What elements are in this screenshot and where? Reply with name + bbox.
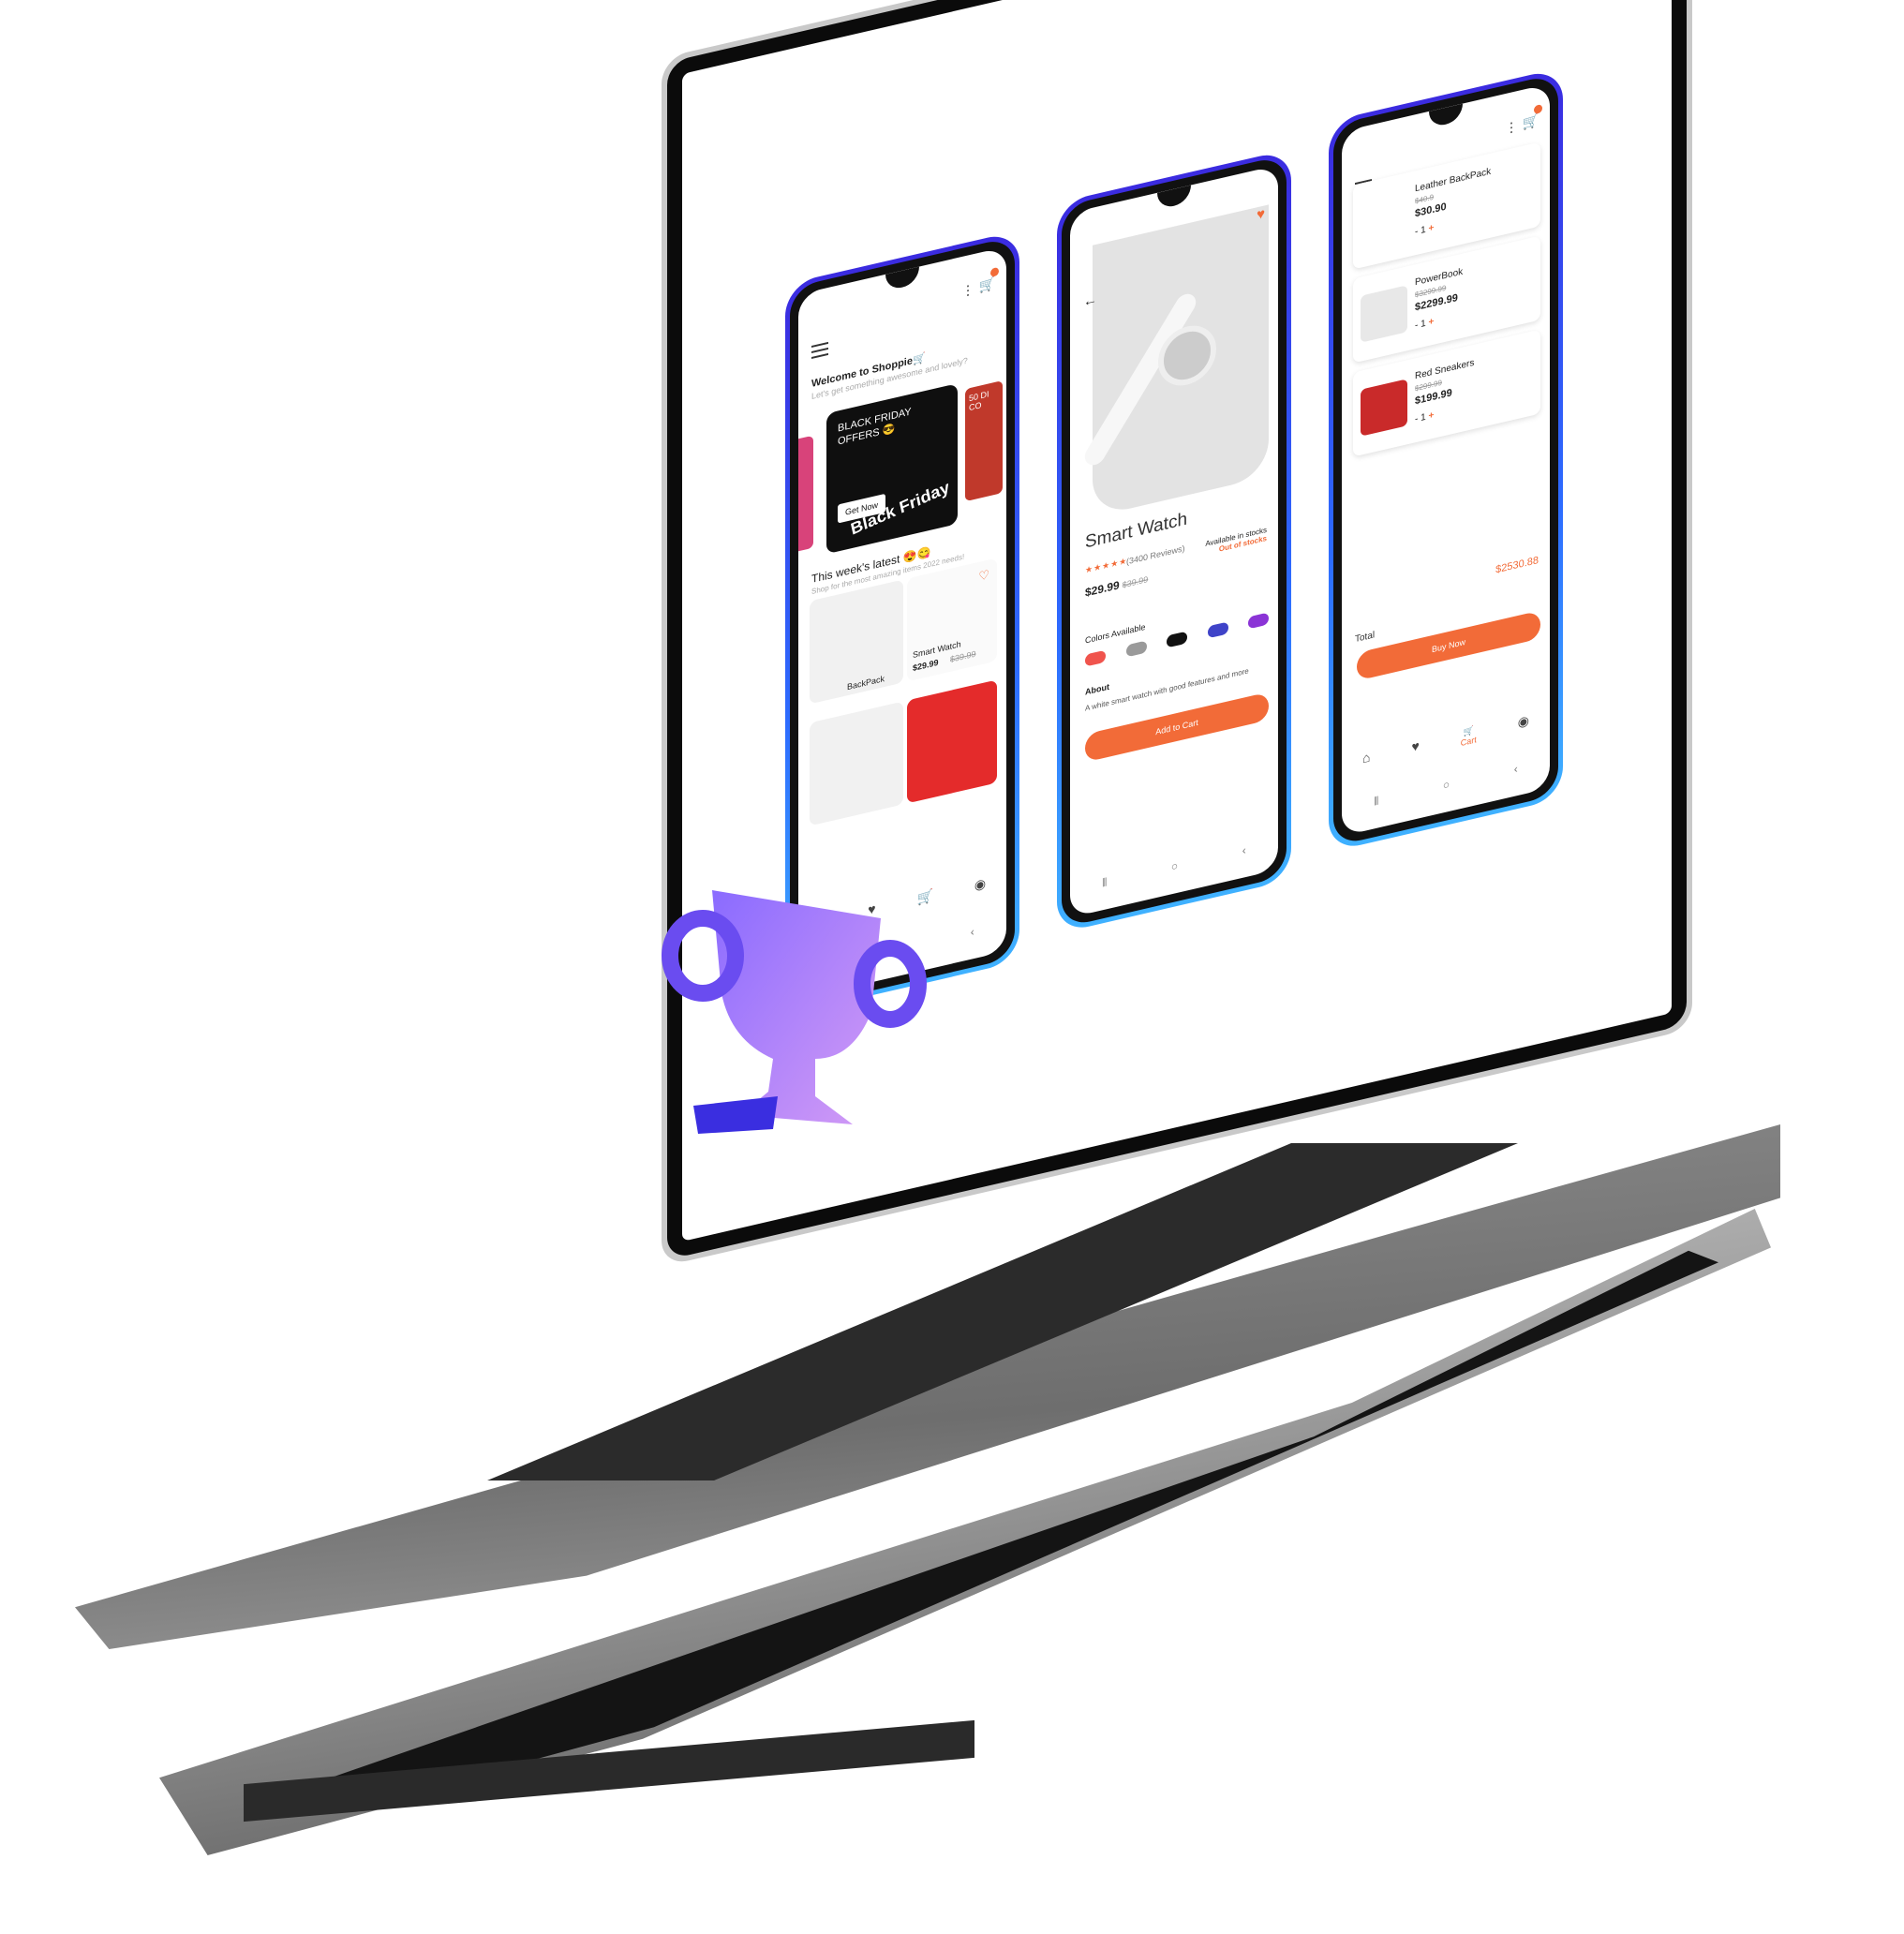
trophy-icon <box>662 890 927 1134</box>
recents-icon[interactable]: ⫴ <box>1102 875 1107 899</box>
back-icon[interactable]: ‹ <box>971 925 974 948</box>
phone-product: ← ♥ Smart Watch ★★★★★ (3400 Reviews) $29… <box>1057 148 1291 934</box>
price-current: $29.99 <box>1085 578 1120 600</box>
home-button-icon[interactable]: ○ <box>1171 859 1178 884</box>
review-count: (3400 Reviews) <box>1126 543 1185 567</box>
rating-stars: ★★★★★ <box>1085 556 1128 575</box>
color-swatch[interactable] <box>1207 621 1228 639</box>
recents-icon[interactable]: ⫴ <box>1374 794 1378 817</box>
cart-tab[interactable]: 🛒 Cart <box>1461 724 1477 752</box>
user-icon[interactable]: ◉ <box>1518 712 1529 739</box>
item-qty: 1 <box>1421 318 1426 330</box>
phone-cart: ⋮ 🛒 Leather BackPack $40.9 $30.90 - 1 + <box>1329 67 1563 853</box>
heart-icon[interactable]: ♥ <box>1411 737 1419 764</box>
item-name: Leather BackPack <box>1415 166 1492 195</box>
product-image <box>1080 204 1269 517</box>
product-card[interactable] <box>810 701 903 826</box>
price-old: $39.99 <box>1122 574 1149 590</box>
product-card-sneakers[interactable] <box>907 679 997 804</box>
cart-badge <box>990 266 999 277</box>
cart-badge <box>1534 103 1542 115</box>
buy-now-button[interactable]: Buy Now <box>1357 610 1540 681</box>
black-friday-banner[interactable]: BLACK FRIDAY OFFERS 😎 Get Now Black Frid… <box>826 383 958 555</box>
sneakers-thumb <box>1361 379 1407 437</box>
stock-info: Available in stocks Out of stocks <box>1205 526 1267 557</box>
product-price: $29.99 $39.99 <box>1085 572 1148 600</box>
cart-icon[interactable]: 🛒 <box>979 266 999 295</box>
back-arrow-icon[interactable]: ← <box>1083 291 1097 310</box>
color-swatch[interactable] <box>1167 631 1187 648</box>
back-icon[interactable]: ‹ <box>1242 843 1246 867</box>
kebab-icon[interactable]: ⋮ <box>961 281 974 299</box>
total-label: Total <box>1355 630 1376 646</box>
user-icon[interactable]: ◉ <box>974 875 986 902</box>
banner-text: BLACK FRIDAY OFFERS 😎 <box>838 406 912 448</box>
product-grid: BackPack ♡ Smart Watch $29.99 $39.99 <box>810 558 997 826</box>
color-swatch[interactable] <box>1085 649 1106 667</box>
item-qty: 1 <box>1421 224 1426 236</box>
home-icon[interactable]: ⌂ <box>1362 749 1370 775</box>
item-name: Red Sneakers <box>1415 357 1475 382</box>
back-icon[interactable]: ‹ <box>1514 762 1518 785</box>
total-value: $2530.88 <box>1495 554 1539 576</box>
color-swatches <box>1085 612 1269 667</box>
heart-icon[interactable]: ♡ <box>978 567 989 585</box>
cart-tab-label: Cart <box>1460 735 1477 749</box>
quantity-stepper[interactable]: - 1 + <box>1415 410 1434 425</box>
item-qty: 1 <box>1421 411 1426 424</box>
heart-icon[interactable]: ♥ <box>1257 205 1265 223</box>
cart-icon[interactable]: 🛒 <box>1523 103 1542 132</box>
banner-prev[interactable] <box>798 435 813 556</box>
kebab-icon[interactable]: ⋮ <box>1505 118 1518 136</box>
product-card-backpack[interactable]: BackPack <box>810 579 903 705</box>
cart-screen: ⋮ 🛒 Leather BackPack $40.9 $30.90 - 1 + <box>1342 83 1550 837</box>
product-card-watch[interactable]: ♡ Smart Watch $29.99 $39.99 <box>907 558 997 682</box>
product-screen: ← ♥ Smart Watch ★★★★★ (3400 Reviews) $29… <box>1070 165 1278 918</box>
laptop-thumb <box>1361 285 1407 343</box>
banner-next[interactable]: 50 DI CO <box>965 379 1003 502</box>
product-old-price: $39.99 <box>950 648 976 664</box>
about-label: About <box>1085 681 1109 697</box>
product-price: $29.99 <box>913 657 939 674</box>
promo-carousel[interactable]: BLACK FRIDAY OFFERS 😎 Get Now Black Frid… <box>798 372 1006 560</box>
quantity-stepper[interactable]: - 1 + <box>1415 223 1434 238</box>
color-swatch[interactable] <box>1248 612 1269 630</box>
system-nav: ⫴ ○ ‹ <box>1070 836 1278 906</box>
laptop-mockup: ⋮ 🛒 Welcome to Shoppie🛒 Let's get someth… <box>0 0 1904 1934</box>
quantity-stepper[interactable]: - 1 + <box>1415 317 1434 332</box>
product-label: BackPack <box>847 674 885 692</box>
color-swatch[interactable] <box>1125 640 1147 658</box>
menu-icon[interactable] <box>811 338 828 363</box>
home-button-icon[interactable]: ○ <box>1443 778 1450 802</box>
